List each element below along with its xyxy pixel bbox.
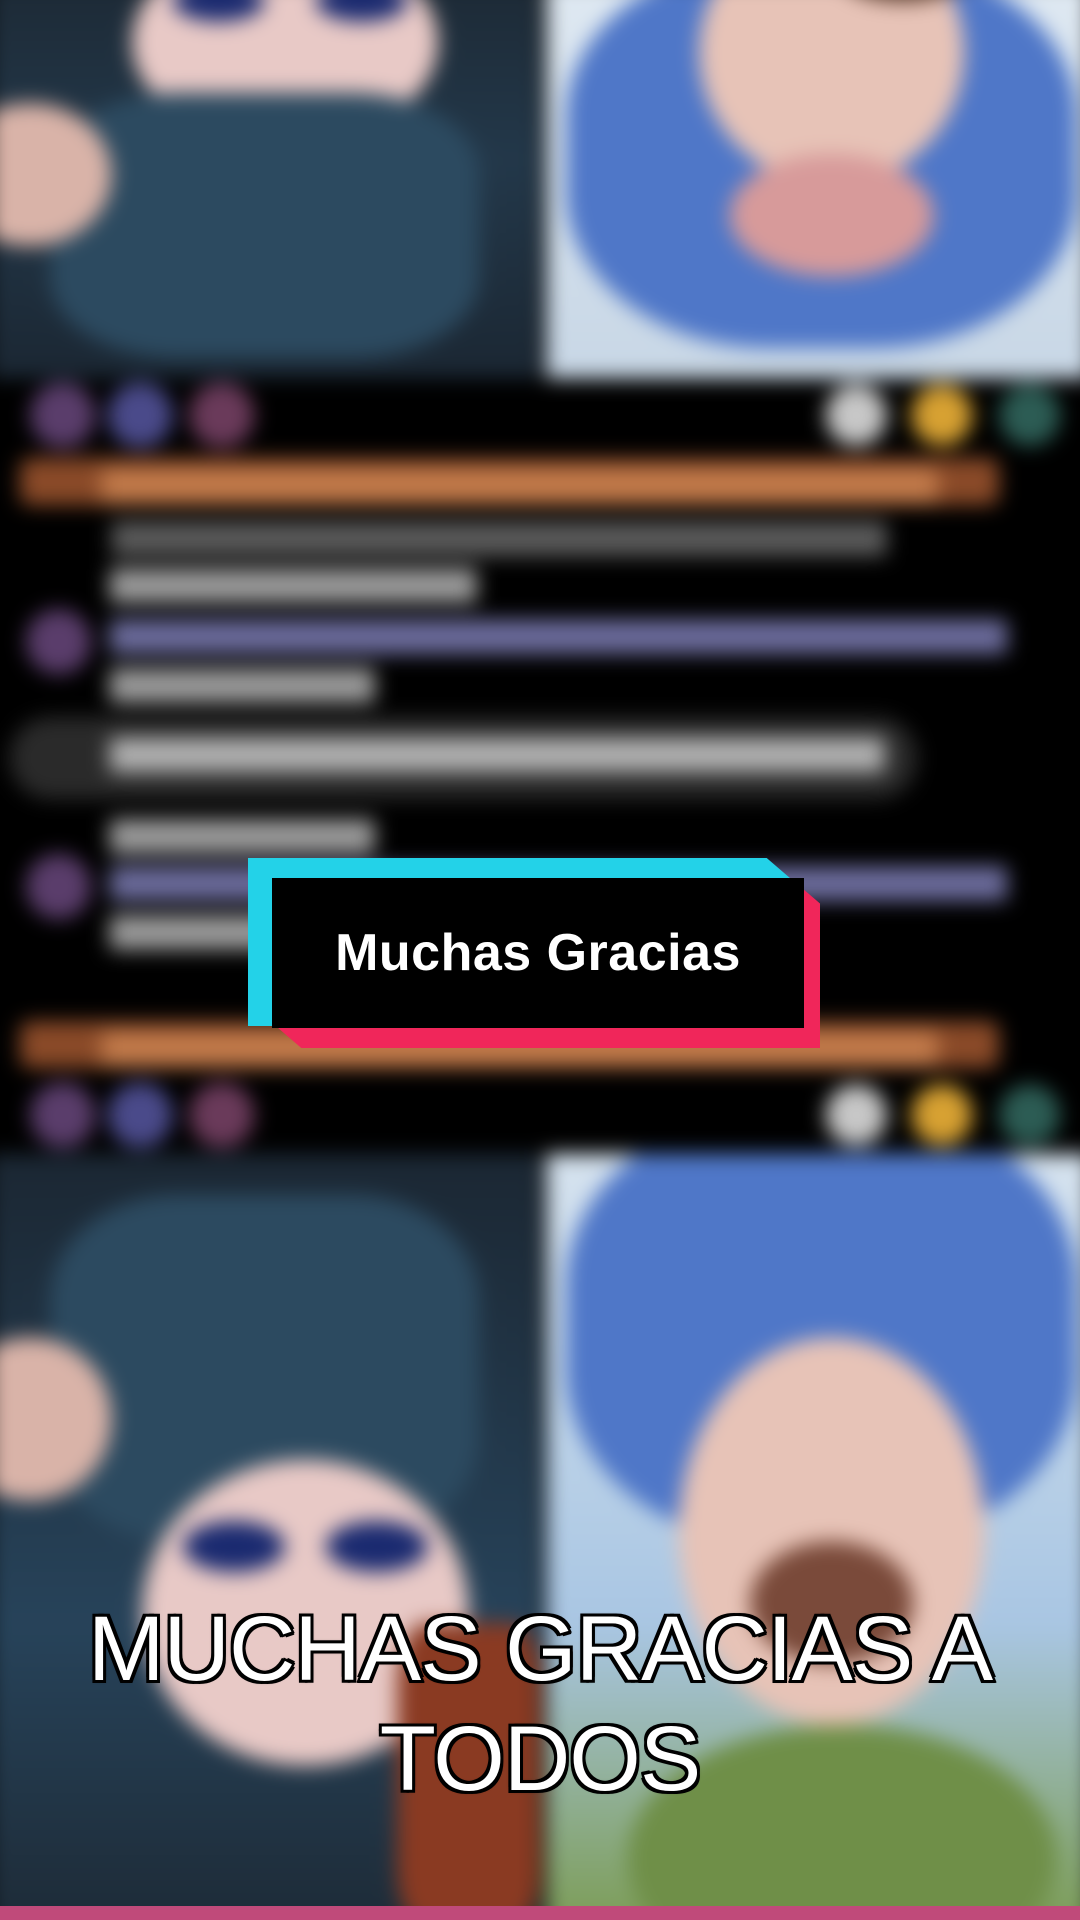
subtitle-text: MUCHAS GRACIAS A TODOS [85, 1596, 995, 1813]
caption-card: Muchas Gracias [248, 858, 820, 1048]
caption-card-text: Muchas Gracias [335, 924, 741, 982]
panel-divider-top [540, 0, 547, 379]
caption-card-body: Muchas Gracias [272, 878, 804, 1028]
bottom-progress-strip [0, 1906, 1080, 1920]
video-screen[interactable]: Muchas Gracias MUCHAS GRACIAS A TODOS [0, 0, 1080, 1920]
stream-panel-top-right [546, 0, 1080, 379]
stream-panel-top-left [0, 0, 540, 379]
